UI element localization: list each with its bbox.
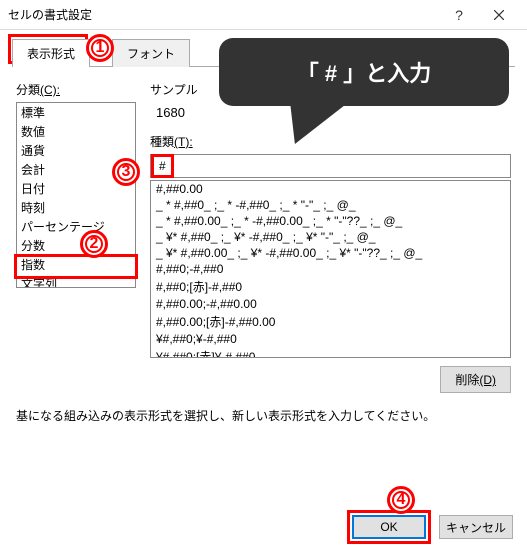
category-item[interactable]: 通貨: [17, 141, 135, 160]
format-item[interactable]: _ ¥* #,##0_ ;_ ¥* -#,##0_ ;_ ¥* "-"_ ;_ …: [151, 229, 510, 245]
annotation-circle-2: 2: [80, 230, 108, 258]
category-item[interactable]: 指数: [17, 255, 135, 274]
close-icon: [494, 10, 504, 20]
delete-button[interactable]: 削除(D): [440, 366, 511, 393]
tab-display-format[interactable]: 表示形式: [12, 39, 90, 67]
category-item[interactable]: 数値: [17, 122, 135, 141]
dialog-title: セルの書式設定: [8, 6, 439, 23]
category-item[interactable]: 分数: [17, 236, 135, 255]
category-item[interactable]: 時刻: [17, 198, 135, 217]
format-item[interactable]: #,##0;[赤]-#,##0: [151, 277, 510, 296]
format-item[interactable]: #,##0.00;-#,##0.00: [151, 296, 510, 312]
callout-text: 「 # 」と入力: [297, 56, 431, 88]
format-item[interactable]: #,##0.00;[赤]-#,##0.00: [151, 312, 510, 331]
format-item[interactable]: ¥#,##0;¥-#,##0: [151, 331, 510, 347]
annotation-circle-3: 3: [112, 158, 140, 186]
annotation-circle-4: 4: [387, 486, 415, 514]
ok-highlight: OK: [347, 510, 431, 544]
cancel-button[interactable]: キャンセル: [439, 515, 513, 539]
format-item[interactable]: _ * #,##0_ ;_ * -#,##0_ ;_ * "-"_ ;_ @_: [151, 197, 510, 213]
annotation-circle-1: 1: [86, 34, 114, 62]
format-listbox[interactable]: #,##0.00_ * #,##0_ ;_ * -#,##0_ ;_ * "-"…: [150, 180, 511, 358]
category-item[interactable]: パーセンテージ: [17, 217, 135, 236]
close-button[interactable]: [479, 1, 519, 29]
type-input-value: #: [155, 159, 170, 173]
ok-button[interactable]: OK: [352, 515, 426, 539]
titlebar: セルの書式設定 ?: [0, 0, 527, 30]
format-item[interactable]: _ ¥* #,##0.00_ ;_ ¥* -#,##0.00_ ;_ ¥* "-…: [151, 245, 510, 261]
type-input-highlight: #: [151, 154, 174, 178]
category-label: 分類(C):: [16, 81, 136, 98]
type-input[interactable]: #: [150, 154, 511, 178]
tab-font[interactable]: フォント: [112, 39, 190, 67]
format-item[interactable]: ¥#,##0;[赤]¥-#,##0: [151, 347, 510, 358]
help-button[interactable]: ?: [439, 1, 479, 29]
format-item[interactable]: _ * #,##0.00_ ;_ * -#,##0.00_ ;_ * "-"??…: [151, 213, 510, 229]
format-item[interactable]: #,##0.00: [151, 181, 510, 197]
dialog-footer: OK キャンセル: [347, 510, 513, 544]
category-listbox[interactable]: 標準数値通貨会計日付時刻パーセンテージ分数指数文字列その他ユーザー定義: [16, 102, 136, 288]
format-item[interactable]: #,##0;-#,##0: [151, 261, 510, 277]
category-column: 分類(C): 標準数値通貨会計日付時刻パーセンテージ分数指数文字列その他ユーザー…: [16, 81, 136, 393]
hint-text: 基になる組み込みの表示形式を選択し、新しい表示形式を入力してください。: [16, 407, 511, 424]
callout-bubble: 「 # 」と入力: [219, 38, 509, 106]
category-item[interactable]: 標準: [17, 103, 135, 122]
category-item[interactable]: 文字列: [17, 274, 135, 288]
